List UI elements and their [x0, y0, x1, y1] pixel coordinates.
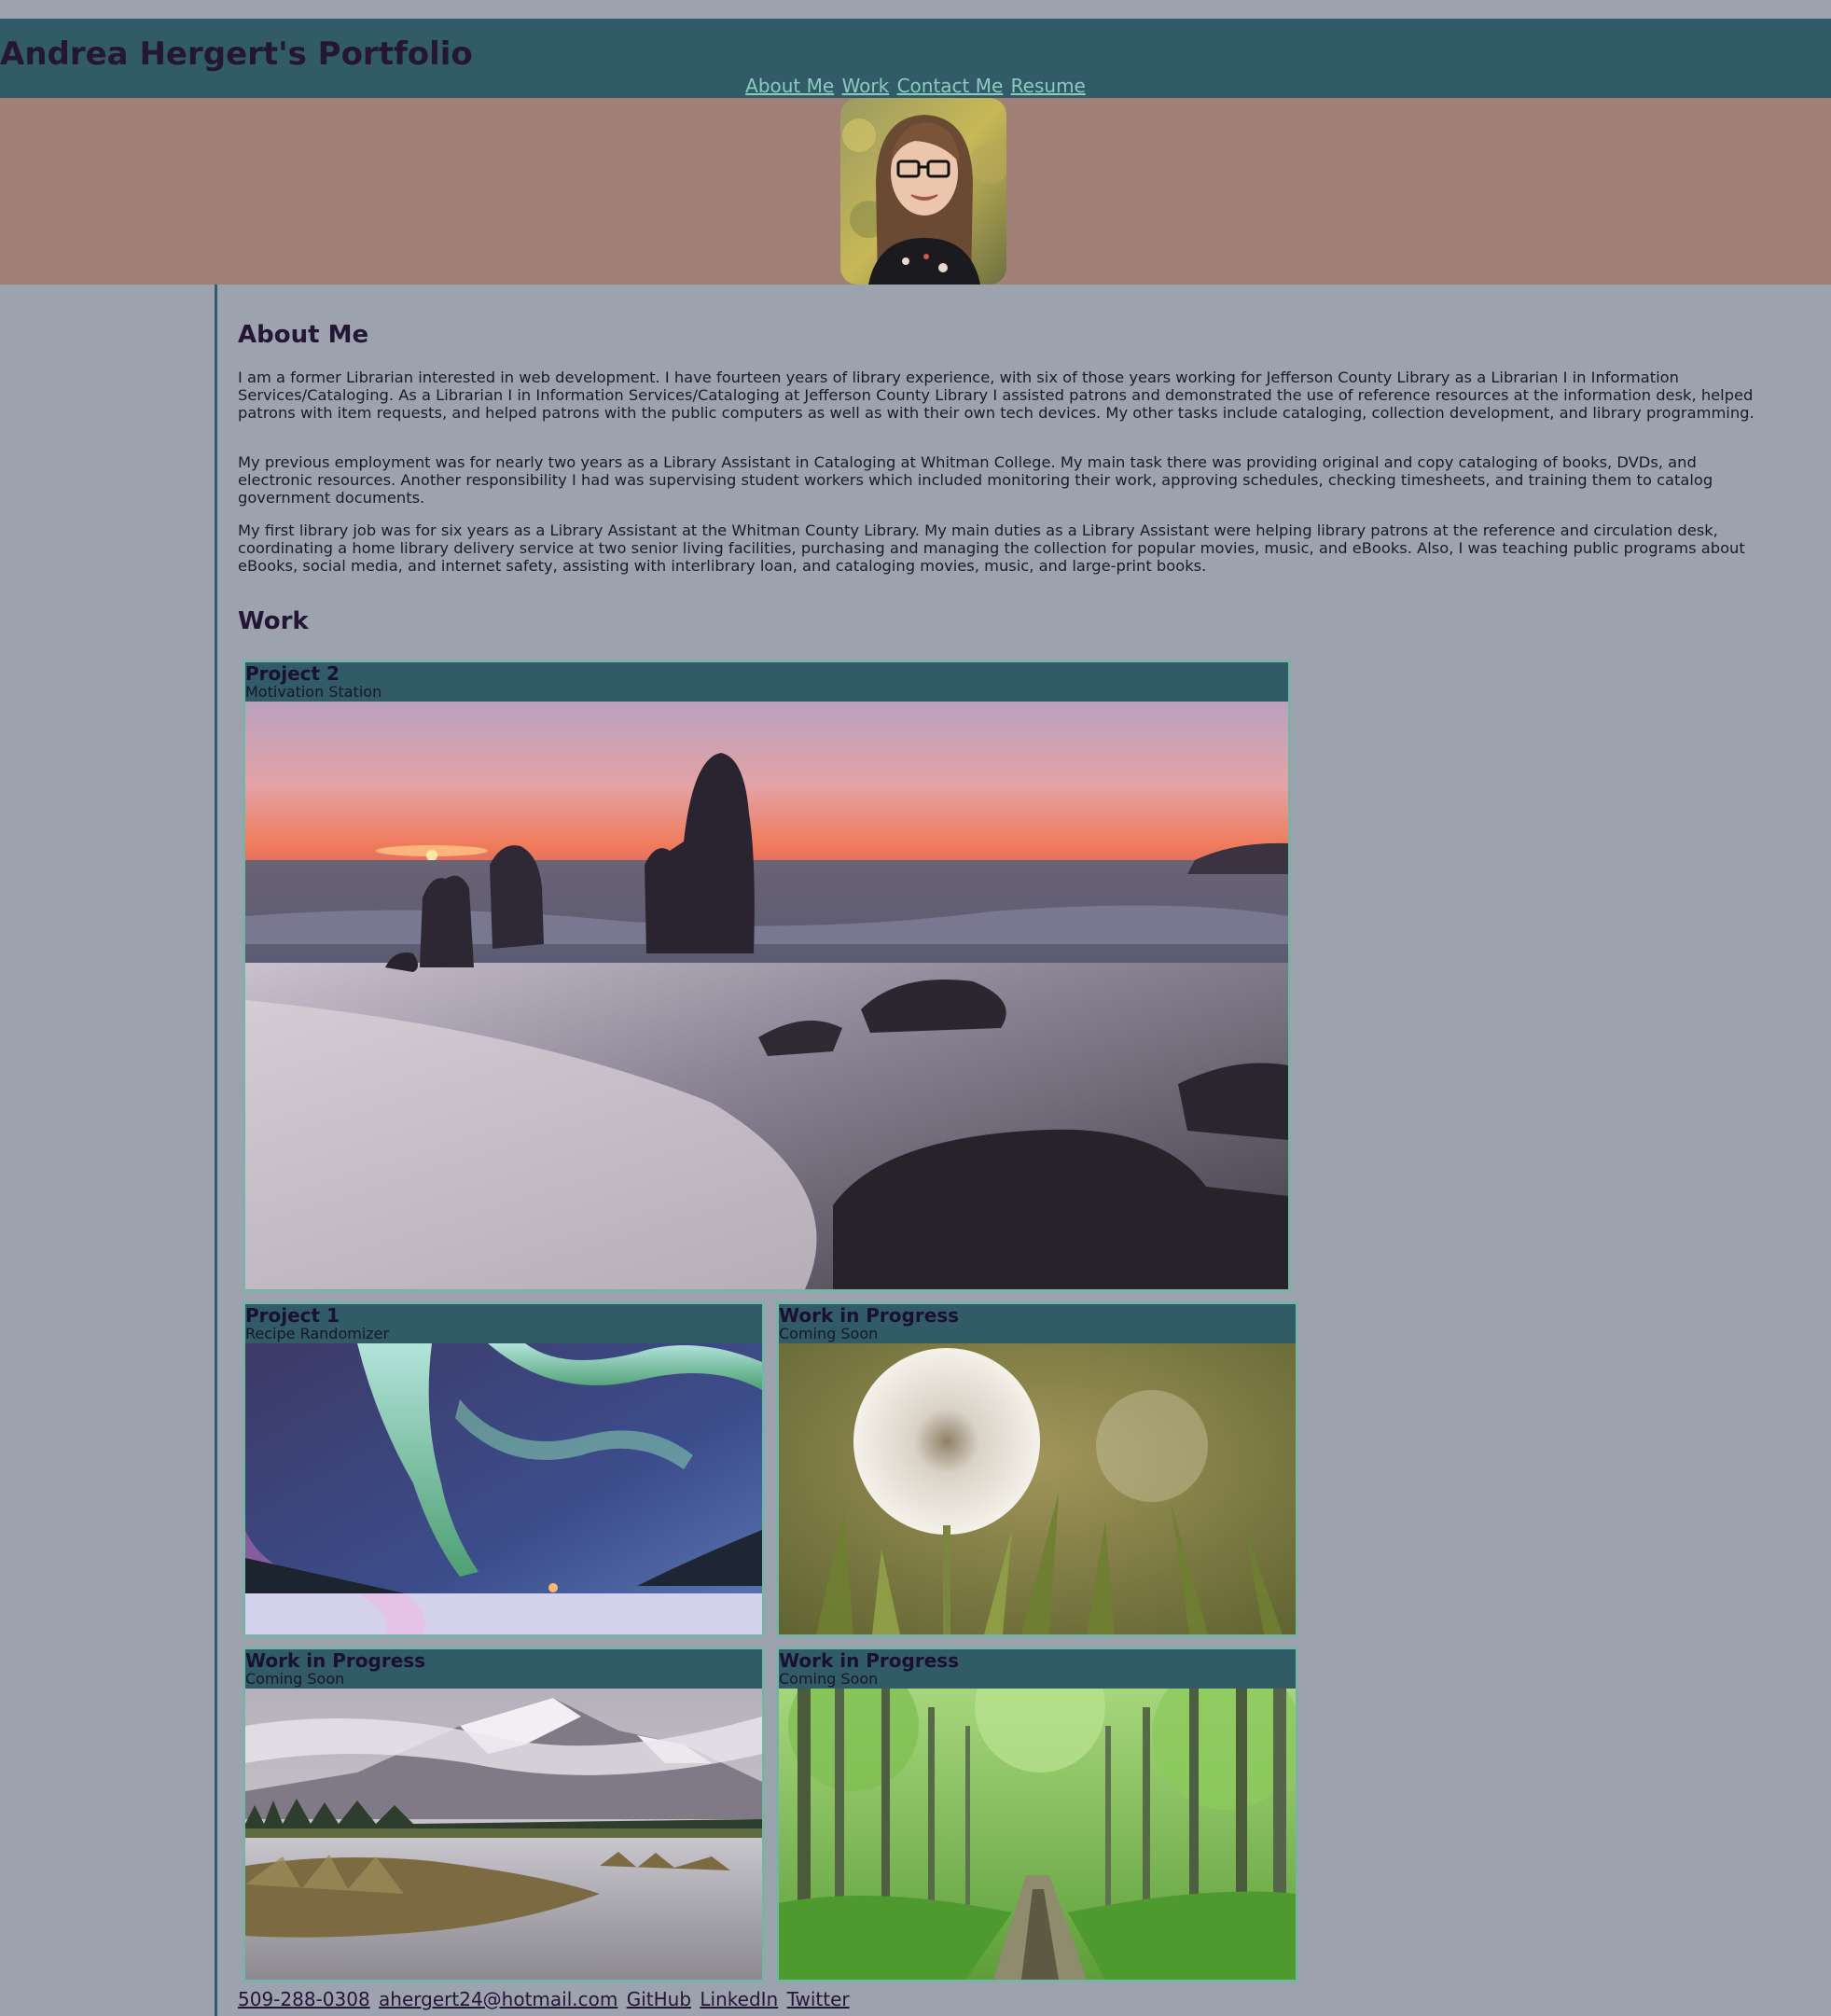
- card-header: Project 1 Recipe Randomizer: [245, 1304, 762, 1343]
- profile-photo: [840, 98, 1006, 285]
- card-header: Work in Progress Coming Soon: [779, 1649, 1296, 1689]
- project-card-work-in-progress-3[interactable]: Work in Progress Coming Soon: [776, 1647, 1298, 1982]
- project-card-project-2[interactable]: Project 2 Motivation Station: [243, 660, 1291, 1292]
- about-paragraph-2: My previous employment was for nearly tw…: [238, 453, 1713, 507]
- card-title: Work in Progress: [245, 1649, 426, 1672]
- github-link[interactable]: GitHub: [627, 1988, 691, 2010]
- mountain-lake-image: [245, 1689, 762, 1980]
- dandelion-image: [779, 1343, 1296, 1634]
- twitter-link[interactable]: Twitter: [787, 1988, 850, 2010]
- phone-link[interactable]: 509-288-0308: [238, 1988, 370, 2010]
- about-me-heading: About Me: [238, 321, 369, 349]
- nav-link-resume[interactable]: Resume: [1011, 75, 1086, 97]
- site-header: Andrea Hergert's Portfolio About Me Work…: [0, 19, 1831, 98]
- sunset-beach-image: [245, 702, 1288, 1289]
- project-card-work-in-progress-2[interactable]: Work in Progress Coming Soon: [243, 1647, 765, 1982]
- about-paragraph-3: My first library job was for six years a…: [238, 521, 1745, 575]
- card-subtitle: Coming Soon: [245, 1670, 345, 1688]
- card-title: Project 2: [245, 662, 340, 685]
- hero-banner: [0, 98, 1831, 285]
- card-subtitle: Coming Soon: [779, 1670, 879, 1688]
- card-header: Project 2 Motivation Station: [245, 662, 1288, 702]
- card-title: Project 1: [245, 1304, 340, 1327]
- card-title: Work in Progress: [779, 1304, 960, 1327]
- linkedin-link[interactable]: LinkedIn: [700, 1988, 778, 2010]
- forest-path-image: [779, 1689, 1296, 1980]
- project-card-project-1[interactable]: Project 1 Recipe Randomizer: [243, 1301, 765, 1637]
- main-content: About Me I am a former Librarian interes…: [215, 285, 1831, 2016]
- aurora-image: [245, 1343, 762, 1634]
- card-header: Work in Progress Coming Soon: [779, 1304, 1296, 1343]
- card-subtitle: Motivation Station: [245, 683, 382, 701]
- card-subtitle: Recipe Randomizer: [245, 1325, 390, 1342]
- card-header: Work in Progress Coming Soon: [245, 1649, 762, 1689]
- project-card-work-in-progress-1[interactable]: Work in Progress Coming Soon: [776, 1301, 1298, 1637]
- nav-link-about-me[interactable]: About Me: [745, 75, 834, 97]
- nav-link-work[interactable]: Work: [842, 75, 890, 97]
- work-heading: Work: [238, 607, 309, 635]
- site-title: Andrea Hergert's Portfolio: [0, 35, 473, 73]
- nav-link-contact-me[interactable]: Contact Me: [897, 75, 1004, 97]
- main-nav: About Me Work Contact Me Resume: [0, 75, 1831, 97]
- contact-footer: 509-288-0308 ahergert24@hotmail.com GitH…: [238, 1988, 853, 2010]
- card-title: Work in Progress: [779, 1649, 960, 1672]
- about-paragraph-1: I am a former Librarian interested in we…: [238, 368, 1755, 422]
- email-link[interactable]: ahergert24@hotmail.com: [379, 1988, 617, 2010]
- profile-photo-image: [840, 98, 1006, 285]
- card-subtitle: Coming Soon: [779, 1325, 879, 1342]
